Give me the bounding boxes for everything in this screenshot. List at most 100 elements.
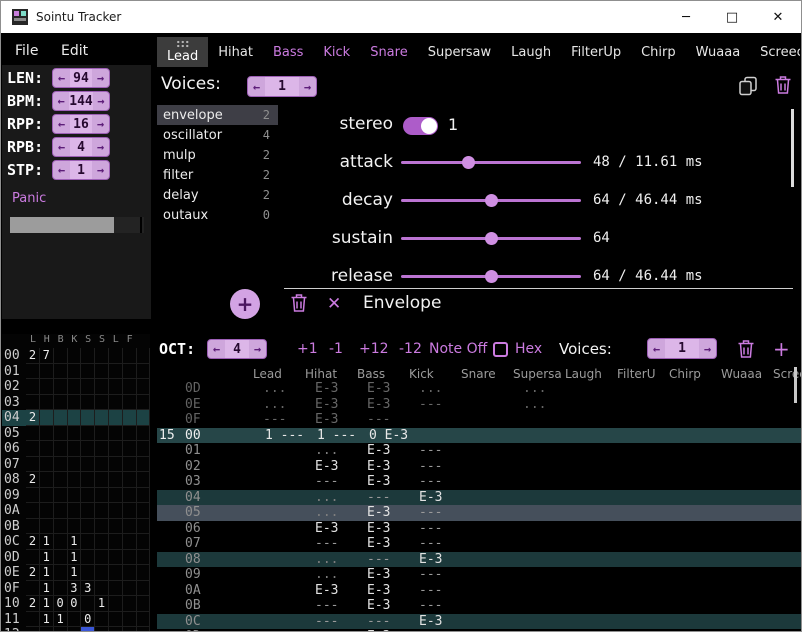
pattern-cell[interactable]: ... <box>523 397 546 413</box>
order-cell[interactable] <box>26 581 40 597</box>
pattern-row-05[interactable]: 05...E-3--- <box>157 505 802 521</box>
order-cell[interactable] <box>67 503 81 519</box>
order-cell[interactable] <box>123 364 137 380</box>
pattern-cell[interactable]: --- <box>419 536 442 552</box>
tab-filterup[interactable]: FilterUp <box>561 37 631 67</box>
pattern-cell[interactable]: E-3 <box>367 521 390 537</box>
param-slider[interactable] <box>401 267 581 287</box>
pattern-cell[interactable]: E-3 <box>367 505 390 521</box>
params-scrollbar[interactable] <box>791 109 794 187</box>
pattern-cell[interactable]: E-3 <box>367 567 390 583</box>
order-cell[interactable]: 0 <box>81 612 95 628</box>
order-row-0A[interactable]: 0A <box>2 503 150 519</box>
menu-file[interactable]: File <box>5 39 48 63</box>
order-cell[interactable] <box>26 550 40 566</box>
unit-name-field[interactable]: Envelope <box>363 293 441 313</box>
order-cell[interactable]: 0 <box>67 596 81 612</box>
order-cell[interactable] <box>136 379 150 395</box>
order-cell[interactable] <box>26 503 40 519</box>
order-cell[interactable] <box>95 565 109 581</box>
order-cell[interactable] <box>95 395 109 411</box>
order-cell[interactable] <box>81 441 95 457</box>
pattern-cell[interactable]: --- <box>419 521 442 537</box>
order-cell[interactable] <box>54 395 68 411</box>
tab-bass[interactable]: Bass <box>263 37 313 67</box>
order-cell[interactable] <box>54 457 68 473</box>
order-cell[interactable]: 2 <box>26 596 40 612</box>
add-unit-button[interactable]: + <box>230 289 260 319</box>
unit-item-outaux[interactable]: outaux0 <box>157 205 278 225</box>
order-cell[interactable] <box>109 488 123 504</box>
order-row-02[interactable]: 02 <box>2 379 150 395</box>
pattern-row-0A[interactable]: 0AE-3E-3--- <box>157 583 802 599</box>
stepper-decrement-icon[interactable]: ← <box>53 92 69 110</box>
order-cell[interactable] <box>81 395 95 411</box>
stepper-increment-icon[interactable]: → <box>92 161 109 179</box>
order-cell[interactable] <box>40 426 54 442</box>
pattern-cell[interactable]: E-3 <box>367 598 390 614</box>
order-cell[interactable] <box>123 395 137 411</box>
order-cell[interactable] <box>54 426 68 442</box>
order-cell[interactable]: 2 <box>26 410 40 426</box>
pattern-row-00[interactable]: 15001 ---1 ---0 E-3 <box>157 428 802 444</box>
pattern-cell[interactable]: ... <box>263 381 286 397</box>
order-cell[interactable] <box>26 426 40 442</box>
pattern-cell[interactable]: --- <box>419 474 442 490</box>
order-cell[interactable] <box>123 426 137 442</box>
add-track-button[interactable]: + <box>773 335 790 363</box>
pattern-cell[interactable]: E-3 <box>367 459 390 475</box>
order-cell[interactable] <box>54 565 68 581</box>
order-cell[interactable] <box>67 364 81 380</box>
order-cell[interactable] <box>40 488 54 504</box>
order-cell[interactable] <box>109 596 123 612</box>
transpose-down-1-button[interactable]: -1 <box>329 335 343 363</box>
slider-knob[interactable] <box>462 156 475 169</box>
order-cell[interactable] <box>109 534 123 550</box>
order-cell[interactable] <box>95 364 109 380</box>
order-cell[interactable] <box>109 503 123 519</box>
order-cell[interactable] <box>54 441 68 457</box>
order-cell[interactable] <box>81 348 95 364</box>
tab-supersaw[interactable]: Supersaw <box>418 37 501 67</box>
order-cell[interactable] <box>40 627 54 632</box>
order-cell[interactable] <box>40 364 54 380</box>
stepper-value[interactable]: 1 <box>665 339 699 358</box>
pattern-cell[interactable]: --- <box>367 412 390 428</box>
order-cell[interactable] <box>123 348 137 364</box>
maximize-button[interactable]: □ <box>709 1 755 33</box>
order-row-0C[interactable]: 0C211 <box>2 534 150 550</box>
order-cell[interactable] <box>26 395 40 411</box>
order-cell[interactable] <box>81 488 95 504</box>
pattern-cell[interactable]: 1 --- <box>265 428 304 444</box>
order-cell[interactable]: 1 <box>54 612 68 628</box>
order-cell[interactable] <box>95 581 109 597</box>
param-slider[interactable] <box>401 191 581 211</box>
pattern-cell[interactable]: --- <box>263 412 286 428</box>
unit-item-mulp[interactable]: mulp2 <box>157 145 278 165</box>
order-cell[interactable]: 2 <box>26 565 40 581</box>
order-cell[interactable] <box>123 488 137 504</box>
copy-instrument-icon[interactable] <box>738 76 758 96</box>
order-row-11[interactable]: 11110 <box>2 612 150 628</box>
tab-snare[interactable]: Snare <box>360 37 418 67</box>
order-cell[interactable] <box>40 519 54 535</box>
transpose-up-12-button[interactable]: +12 <box>359 335 389 363</box>
order-cell[interactable] <box>136 612 150 628</box>
order-cell[interactable]: 1 <box>40 596 54 612</box>
order-cell[interactable] <box>136 596 150 612</box>
pattern-cell[interactable]: E-3 <box>367 583 390 599</box>
order-cell[interactable] <box>40 503 54 519</box>
order-cell[interactable] <box>40 457 54 473</box>
order-cell[interactable] <box>136 395 150 411</box>
order-row-06[interactable]: 06 <box>2 441 150 457</box>
pattern-cell[interactable]: --- <box>367 614 390 630</box>
pattern-cell[interactable]: --- <box>315 536 338 552</box>
menu-edit[interactable]: Edit <box>51 39 98 63</box>
order-cell[interactable] <box>67 348 81 364</box>
order-cell[interactable] <box>40 410 54 426</box>
tab-kick[interactable]: Kick <box>313 37 360 67</box>
order-cell[interactable] <box>123 596 137 612</box>
order-cell[interactable] <box>81 550 95 566</box>
order-cell[interactable] <box>136 441 150 457</box>
order-cell[interactable] <box>136 565 150 581</box>
